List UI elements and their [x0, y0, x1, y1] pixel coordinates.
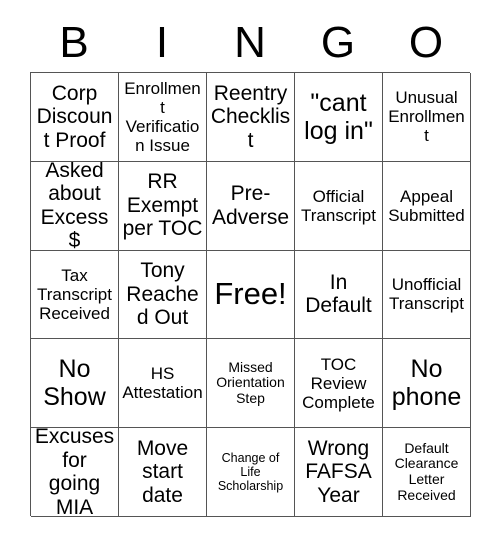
bingo-cell-label: Tax Transcript Received — [37, 265, 112, 323]
bingo-cell[interactable]: Default Clearance Letter Received — [383, 428, 471, 517]
header-letter-b: B — [59, 18, 89, 67]
bingo-cell-label: Corp Discount Proof — [36, 81, 113, 152]
bingo-cell[interactable]: HS Attestation — [119, 339, 207, 429]
bingo-cell[interactable]: Corp Discount Proof — [31, 73, 119, 162]
bingo-cell[interactable]: Appeal Submitted — [383, 161, 471, 251]
bingo-cell-label: Pre-Adverse — [211, 182, 290, 229]
bingo-cell[interactable]: Unofficial Transcript — [383, 250, 471, 340]
bingo-cell[interactable]: Unusual Enrollment — [383, 73, 471, 162]
header-letter-o: O — [408, 18, 444, 67]
bingo-cell[interactable]: No Show — [31, 339, 119, 429]
bingo-cell-label: Change of Life Scholarship — [217, 451, 284, 494]
bingo-cell[interactable]: Tony Reached Out — [119, 250, 207, 340]
bingo-cell-label: HS Attestation — [122, 364, 203, 403]
header-letter-g: G — [320, 18, 356, 67]
header-letter-i: I — [155, 18, 169, 67]
bingo-cell-label: Free! — [214, 276, 287, 312]
bingo-cell-label: Excuses for going MIA — [34, 428, 115, 517]
bingo-cell-label: Official Transcript — [301, 186, 376, 225]
bingo-cell-label: Tony Reached Out — [126, 259, 199, 330]
bingo-cell[interactable]: Reentry Checklist — [207, 73, 295, 162]
bingo-cell[interactable]: Official Transcript — [295, 161, 383, 251]
bingo-header: B I N G O — [30, 14, 470, 72]
bingo-cell-label: Asked about Excess $ — [40, 161, 109, 251]
bingo-cell-label: No phone — [391, 355, 462, 412]
bingo-cell-label: Default Clearance Letter Received — [394, 439, 459, 503]
bingo-cell-label: Missed Orientation Step — [216, 358, 285, 407]
bingo-cell[interactable]: Tax Transcript Received — [31, 250, 119, 340]
bingo-cell-label: Move start date — [136, 436, 189, 507]
bingo-cell-free-space[interactable]: Free! — [207, 250, 295, 340]
bingo-grid: Corp Discount Proof Enrollment Verificati… — [30, 72, 471, 517]
bingo-cell-label: Wrong FAFSA Year — [305, 436, 372, 507]
bingo-cell[interactable]: Excuses for going MIA — [31, 428, 119, 517]
bingo-cell[interactable]: Wrong FAFSA Year — [295, 428, 383, 517]
bingo-cell-label: Appeal Submitted — [388, 186, 465, 225]
bingo-cell-label: "cant log in" — [304, 88, 373, 145]
bingo-cell[interactable]: Asked about Excess $ — [31, 161, 119, 251]
bingo-cell-label: Reentry Checklist — [210, 81, 291, 152]
bingo-cell[interactable]: "cant log in" — [295, 73, 383, 162]
bingo-cell-label: RR Exempt per TOC — [122, 170, 203, 241]
bingo-cell[interactable]: In Default — [295, 250, 383, 340]
bingo-cell-label: Enrollment Verification Issue — [124, 78, 201, 155]
bingo-cell[interactable]: Pre-Adverse — [207, 161, 295, 251]
bingo-card: B I N G O Corp Discount Proof Enrollment … — [0, 0, 500, 544]
bingo-cell[interactable]: Enrollment Verification Issue — [119, 73, 207, 162]
bingo-cell[interactable]: TOC Review Complete — [295, 339, 383, 429]
bingo-cell-label: No Show — [43, 355, 106, 412]
bingo-cell-label: Unofficial Transcript — [389, 275, 464, 314]
bingo-cell[interactable]: No phone — [383, 339, 471, 429]
bingo-cell[interactable]: RR Exempt per TOC — [119, 161, 207, 251]
bingo-cell[interactable]: Missed Orientation Step — [207, 339, 295, 429]
header-letter-n: N — [234, 18, 266, 67]
bingo-cell[interactable]: Change of Life Scholarship — [207, 428, 295, 517]
bingo-cell-label: In Default — [305, 270, 372, 318]
bingo-cell-label: TOC Review Complete — [302, 354, 375, 412]
bingo-cell[interactable]: Move start date — [119, 428, 207, 517]
bingo-cell-label: Unusual Enrollment — [388, 88, 465, 146]
